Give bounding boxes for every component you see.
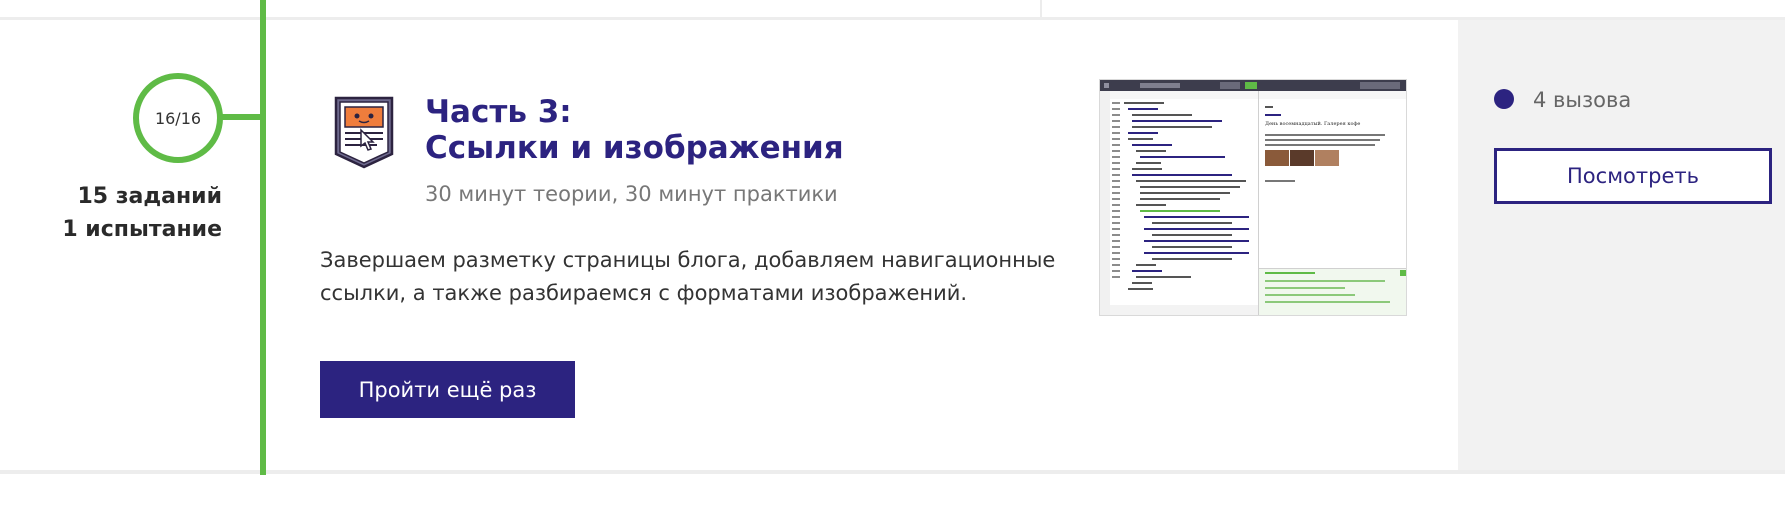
challenges-count: 4 вызова (1533, 88, 1632, 112)
course-module-row: 16/16 15 заданий 1 испытание Часть 3: Сс… (0, 0, 1785, 508)
module-title: Часть 3: Ссылки и изображения (425, 94, 844, 166)
progress-circle: 16/16 (133, 73, 223, 163)
module-counts: 15 заданий 1 испытание (62, 180, 222, 246)
challenge-status-dot (1494, 89, 1514, 109)
progress-connector (222, 114, 262, 120)
preview-image: День восемнадцатый. Галерея кофе (1100, 80, 1406, 315)
module-description: Завершаем разметку страницы блога, добав… (320, 248, 1056, 305)
module-title-line2: Ссылки и изображения (425, 130, 844, 166)
preview-page-heading: День восемнадцатый. Галерея кофе (1265, 120, 1360, 127)
module-duration: 30 минут теории, 30 минут практики (425, 182, 838, 206)
document-cat-cursor-icon (334, 96, 394, 169)
row-divider (0, 470, 1785, 474)
timeline-line (260, 0, 266, 475)
trials-count: 1 испытание (62, 217, 222, 242)
module-title-line1: Часть 3: (425, 94, 572, 130)
module-preview-screenshot: День восемнадцатый. Галерея кофе (1099, 79, 1407, 316)
progress-count: 16/16 (154, 108, 202, 128)
column-divider (1040, 0, 1042, 18)
previous-row-strip (0, 0, 1785, 18)
tasks-count: 15 заданий (77, 184, 222, 209)
retry-button[interactable]: Пройти ещё раз (320, 361, 575, 418)
view-challenges-button[interactable]: Посмотреть (1494, 148, 1772, 204)
